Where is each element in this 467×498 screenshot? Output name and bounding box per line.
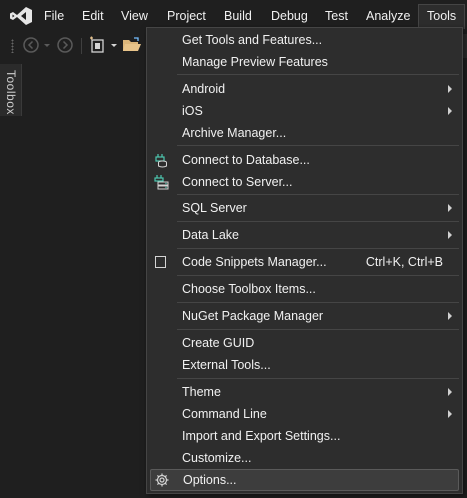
menu-separator xyxy=(177,194,459,195)
menu-item-label: Connect to Server... xyxy=(182,175,293,189)
open-folder-icon[interactable] xyxy=(122,36,142,54)
navigate-back-icon[interactable] xyxy=(22,36,40,54)
menu-item-theme[interactable]: Theme xyxy=(148,381,461,403)
menu-project[interactable]: Project xyxy=(163,4,210,28)
menu-item-label: iOS xyxy=(182,104,203,118)
menu-item-options[interactable]: Options... xyxy=(150,469,459,491)
menu-item-label: External Tools... xyxy=(182,358,271,372)
menu-item-label: Connect to Database... xyxy=(182,153,310,167)
menu-debug[interactable]: Debug xyxy=(267,4,312,28)
menu-item-label: Options... xyxy=(183,473,237,487)
menu-item-label: Theme xyxy=(182,385,221,399)
menu-item-label: Data Lake xyxy=(182,228,239,242)
menu-item-ios[interactable]: iOS xyxy=(148,100,461,122)
submenu-arrow-icon xyxy=(448,204,452,212)
server-connect-icon xyxy=(154,175,169,190)
menu-item-sql-server[interactable]: SQL Server xyxy=(148,197,461,219)
toolbar-grip[interactable] xyxy=(11,39,14,53)
submenu-arrow-icon xyxy=(448,85,452,93)
menu-separator xyxy=(177,74,459,75)
menu-item-label: Android xyxy=(182,82,226,96)
menu-item-label: Choose Toolbox Items... xyxy=(182,282,316,296)
menu-separator xyxy=(177,302,459,303)
gear-icon xyxy=(155,473,169,487)
menu-item-nuget-package-manager[interactable]: NuGet Package Manager xyxy=(148,305,461,327)
menu-test[interactable]: Test xyxy=(321,4,352,28)
menu-separator xyxy=(177,378,459,379)
menu-item-code-snippets-manager[interactable]: Code Snippets Manager... Ctrl+K, Ctrl+B xyxy=(148,251,461,273)
menu-item-connect-to-database[interactable]: Connect to Database... xyxy=(148,149,461,171)
menu-item-archive-manager[interactable]: Archive Manager... xyxy=(148,122,461,144)
menu-item-label: NuGet Package Manager xyxy=(182,309,324,323)
menu-item-manage-preview-features[interactable]: Manage Preview Features xyxy=(148,51,461,73)
submenu-arrow-icon xyxy=(448,388,452,396)
menu-tools[interactable]: Tools xyxy=(418,4,466,29)
menu-item-create-guid[interactable]: Create GUID xyxy=(148,332,461,354)
new-dropdown-chevron-icon[interactable] xyxy=(109,36,119,54)
submenu-arrow-icon xyxy=(448,410,452,418)
menu-item-command-line[interactable]: Command Line xyxy=(148,403,461,425)
ide-window: File Edit View Project Build Debug Test … xyxy=(0,0,467,498)
submenu-arrow-icon xyxy=(448,231,452,239)
menu-separator xyxy=(177,329,459,330)
submenu-arrow-icon xyxy=(448,107,452,115)
navigate-forward-icon[interactable] xyxy=(56,36,74,54)
visual-studio-logo-icon[interactable] xyxy=(9,6,33,26)
menu-edit[interactable]: Edit xyxy=(78,4,108,28)
tools-menu-dropdown: Get Tools and Features... Manage Preview… xyxy=(146,27,463,494)
menu-item-external-tools[interactable]: External Tools... xyxy=(148,354,461,376)
menu-item-choose-toolbox-items[interactable]: Choose Toolbox Items... xyxy=(148,278,461,300)
new-project-icon[interactable] xyxy=(88,36,108,54)
menu-separator xyxy=(177,275,459,276)
toolbox-tab-label: Toolbox xyxy=(4,70,18,115)
menu-view[interactable]: View xyxy=(117,4,152,28)
menu-item-android[interactable]: Android xyxy=(148,78,461,100)
menu-item-data-lake[interactable]: Data Lake xyxy=(148,224,461,246)
database-connect-icon xyxy=(155,154,167,168)
checkbox-icon xyxy=(155,256,166,268)
menu-item-label: Code Snippets Manager... xyxy=(182,255,327,269)
menu-item-label: Create GUID xyxy=(182,336,255,350)
menu-item-label: Import and Export Settings... xyxy=(182,429,341,443)
menu-analyze[interactable]: Analyze xyxy=(362,4,414,28)
menu-item-label: Archive Manager... xyxy=(182,126,287,140)
back-dropdown-chevron-icon[interactable] xyxy=(42,36,52,54)
menu-item-connect-to-server[interactable]: Connect to Server... xyxy=(148,171,461,193)
menu-item-label: Command Line xyxy=(182,407,267,421)
menu-item-import-and-export-settings[interactable]: Import and Export Settings... xyxy=(148,425,461,447)
menu-separator xyxy=(177,221,459,222)
menu-item-shortcut: Ctrl+K, Ctrl+B xyxy=(365,255,443,269)
menu-item-label: Get Tools and Features... xyxy=(182,33,323,47)
menu-item-get-tools-and-features[interactable]: Get Tools and Features... xyxy=(148,29,461,51)
menu-item-label: Customize... xyxy=(182,451,252,465)
menu-build[interactable]: Build xyxy=(220,4,256,28)
toolbar-divider xyxy=(81,38,82,54)
menu-separator xyxy=(177,248,459,249)
menu-item-customize[interactable]: Customize... xyxy=(148,447,461,469)
menu-separator xyxy=(177,145,459,146)
menu-item-label: Manage Preview Features xyxy=(182,55,328,69)
menu-item-label: SQL Server xyxy=(182,201,247,215)
submenu-arrow-icon xyxy=(448,312,452,320)
menu-file[interactable]: File xyxy=(40,4,68,28)
